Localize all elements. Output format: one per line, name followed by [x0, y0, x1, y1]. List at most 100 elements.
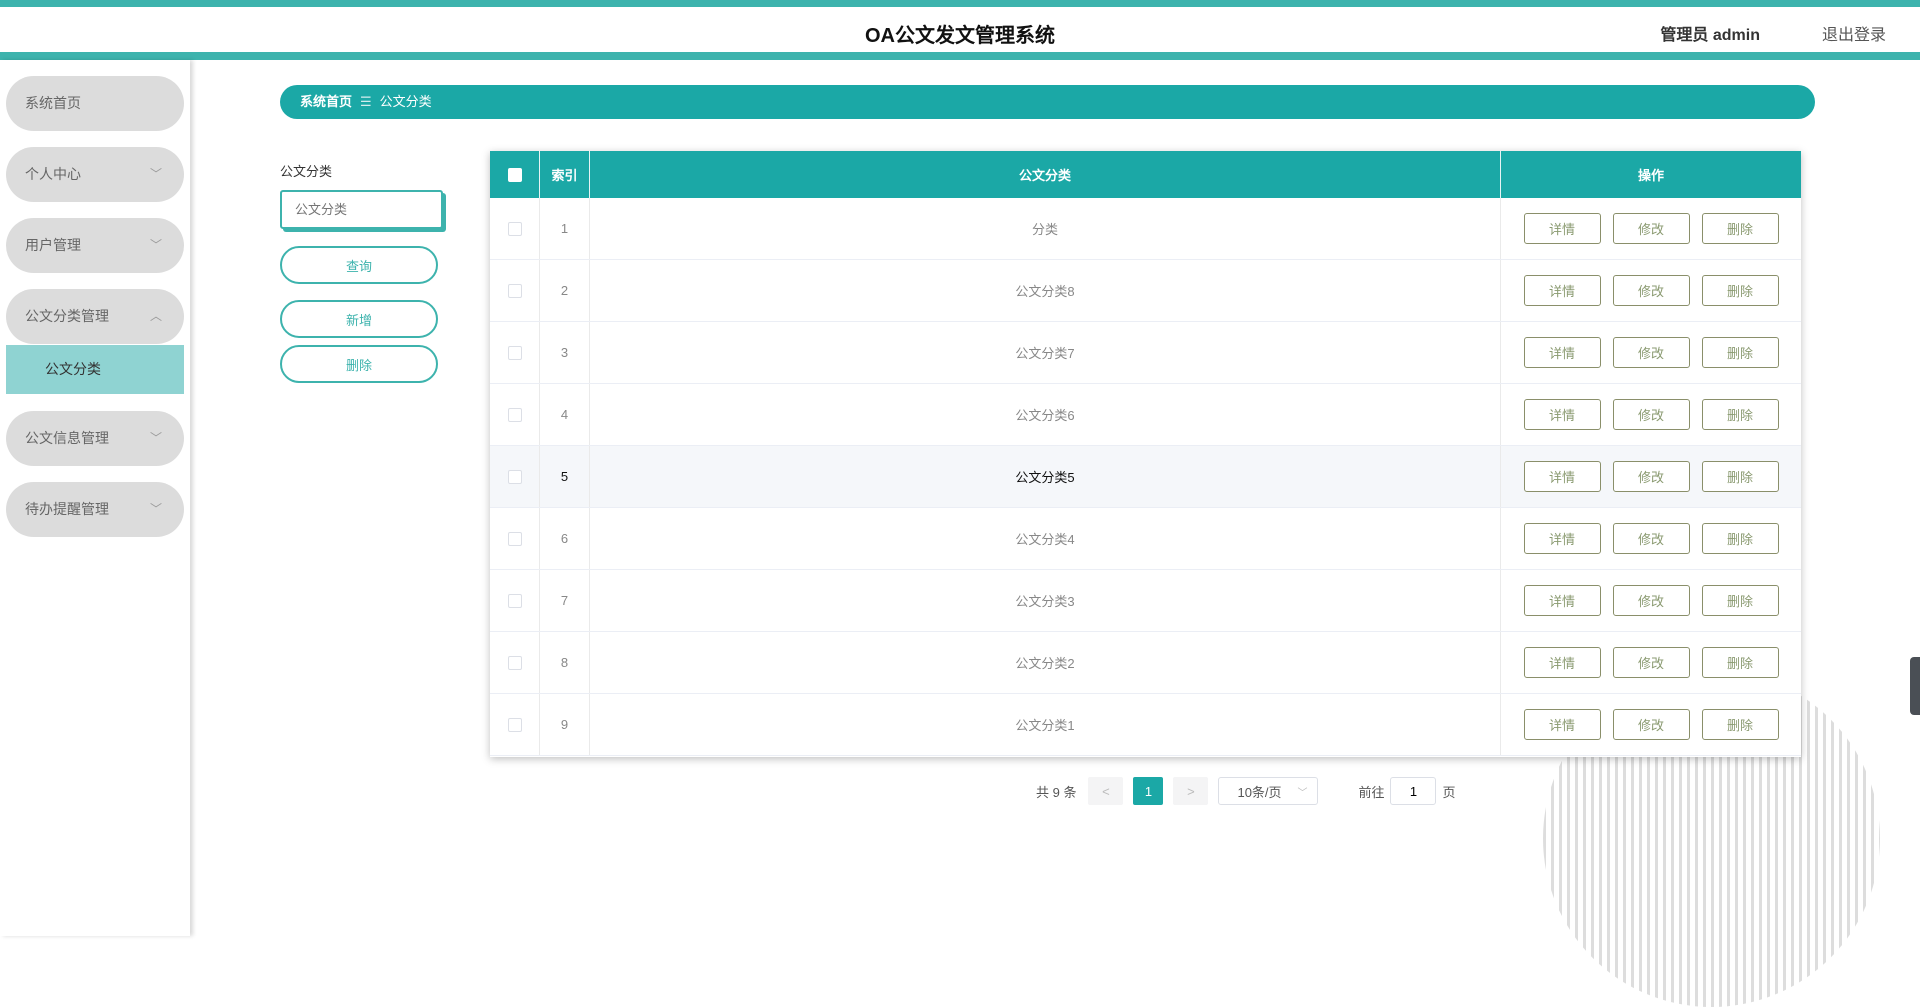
table-row: 4 公文分类6 详情 修改 删除: [490, 384, 1801, 446]
edit-button[interactable]: 修改: [1612, 337, 1690, 368]
sidebar-item-profile[interactable]: 个人中心 ﹀: [6, 147, 184, 202]
table-row: 6 公文分类4 详情 修改 删除: [490, 508, 1801, 570]
delete-button[interactable]: 删除: [1701, 337, 1779, 368]
row-checkbox[interactable]: [507, 655, 522, 670]
delete-button[interactable]: 删除: [1701, 213, 1779, 244]
delete-button[interactable]: 删除: [1701, 461, 1779, 492]
row-category: 公文分类1: [590, 694, 1501, 755]
chevron-down-icon: ﹀: [149, 167, 162, 181]
delete-button[interactable]: 删除: [1701, 275, 1779, 306]
edit-button[interactable]: 修改: [1612, 709, 1690, 740]
detail-button[interactable]: 详情: [1523, 647, 1601, 678]
edit-button[interactable]: 修改: [1612, 213, 1690, 244]
pagination: 共 9 条 < 1 > 10条/页 ﹀ 前往 页: [1036, 776, 1456, 806]
sidebar-subitem-category[interactable]: 公文分类: [6, 345, 184, 394]
detail-button[interactable]: 详情: [1523, 585, 1601, 616]
detail-button[interactable]: 详情: [1523, 399, 1601, 430]
detail-button[interactable]: 详情: [1523, 213, 1601, 244]
row-checkbox[interactable]: [507, 717, 522, 732]
category-table: 索引 公文分类 操作 1 分类 详情 修改 删除 2 公文分类8 详情 修改 删…: [490, 151, 1801, 757]
edit-button[interactable]: 修改: [1612, 585, 1690, 616]
query-button[interactable]: 查询: [280, 246, 438, 284]
menu-label: 个人中心: [25, 166, 81, 182]
page-unit-label: 页: [1442, 784, 1456, 800]
delete-button[interactable]: 删除: [1701, 523, 1779, 554]
menu-label: 公文信息管理: [25, 430, 109, 446]
delete-button[interactable]: 删除: [1701, 585, 1779, 616]
page-size-select[interactable]: 10条/页 ﹀: [1218, 777, 1319, 805]
row-index: 8: [540, 632, 590, 693]
row-category: 公文分类7: [590, 322, 1501, 383]
table-row: 7 公文分类3 详情 修改 删除: [490, 570, 1801, 632]
floating-side-widget[interactable]: [1910, 657, 1920, 715]
menu-label: 公文分类管理: [25, 308, 109, 324]
row-index: 1: [540, 198, 590, 259]
breadcrumb-home[interactable]: 系统首页: [300, 94, 352, 109]
row-category: 分类: [590, 198, 1501, 259]
sidebar-item-home[interactable]: 系统首页: [6, 76, 184, 131]
current-user: 管理员 admin: [1660, 27, 1760, 44]
row-checkbox[interactable]: [507, 469, 522, 484]
sidebar-item-doc-mgmt[interactable]: 公文信息管理 ﹀: [6, 411, 184, 466]
row-category: 公文分类8: [590, 260, 1501, 321]
detail-button[interactable]: 详情: [1523, 709, 1601, 740]
goto-page-input[interactable]: [1390, 777, 1437, 805]
page-1-button[interactable]: 1: [1133, 777, 1164, 805]
add-button[interactable]: 新增: [280, 300, 438, 338]
table-row: 2 公文分类8 详情 修改 删除: [490, 260, 1801, 322]
header-category: 公文分类: [590, 151, 1501, 198]
row-index: 9: [540, 694, 590, 755]
row-checkbox[interactable]: [507, 593, 522, 608]
breadcrumb: 系统首页 ☰ 公文分类: [280, 85, 1815, 119]
edit-button[interactable]: 修改: [1612, 275, 1690, 306]
table-row: 9 公文分类1 详情 修改 删除: [490, 694, 1801, 756]
table-row: 5 公文分类5 详情 修改 删除: [490, 446, 1801, 508]
delete-button[interactable]: 删除: [1701, 647, 1779, 678]
sidebar: 系统首页 个人中心 ﹀ 用户管理 ﹀ 公文分类管理 ︿ 公文分类 公文信息管理 ﹀ 待办…: [0, 60, 190, 936]
detail-button[interactable]: 详情: [1523, 337, 1601, 368]
detail-button[interactable]: 详情: [1523, 523, 1601, 554]
detail-button[interactable]: 详情: [1523, 275, 1601, 306]
delete-button[interactable]: 删除: [1701, 399, 1779, 430]
menu-label: 用户管理: [25, 237, 81, 253]
header-actions: 操作: [1637, 168, 1664, 183]
chevron-down-icon: ﹀: [149, 238, 162, 252]
chevron-down-icon: ﹀: [149, 431, 162, 445]
row-checkbox[interactable]: [507, 407, 522, 422]
total-count: 共 9 条: [1036, 784, 1077, 800]
edit-button[interactable]: 修改: [1612, 399, 1690, 430]
row-category: 公文分类2: [590, 632, 1501, 693]
next-page-button[interactable]: >: [1173, 777, 1209, 805]
row-index: 7: [540, 570, 590, 631]
edit-button[interactable]: 修改: [1612, 461, 1690, 492]
row-checkbox[interactable]: [507, 531, 522, 546]
sidebar-item-users[interactable]: 用户管理 ﹀: [6, 218, 184, 273]
row-category: 公文分类5: [590, 446, 1501, 507]
row-index: 3: [540, 322, 590, 383]
detail-button[interactable]: 详情: [1523, 461, 1601, 492]
category-search-input[interactable]: [280, 190, 443, 229]
chevron-down-icon: ﹀: [1297, 787, 1308, 799]
edit-button[interactable]: 修改: [1612, 647, 1690, 678]
sidebar-item-todo-mgmt[interactable]: 待办提醒管理 ﹀: [6, 482, 184, 537]
row-index: 6: [540, 508, 590, 569]
app-title: OA公文发文管理系统: [865, 25, 1055, 47]
row-checkbox[interactable]: [507, 221, 522, 236]
select-all-checkbox[interactable]: [507, 167, 522, 182]
row-checkbox[interactable]: [507, 345, 522, 360]
prev-page-button[interactable]: <: [1088, 777, 1124, 805]
row-index: 5: [540, 446, 590, 507]
row-category: 公文分类3: [590, 570, 1501, 631]
search-label: 公文分类: [280, 164, 333, 179]
batch-delete-button[interactable]: 删除: [280, 345, 438, 383]
row-checkbox[interactable]: [507, 283, 522, 298]
logout-link[interactable]: 退出登录: [1822, 21, 1886, 45]
sidebar-item-category-mgmt[interactable]: 公文分类管理 ︿: [6, 289, 184, 344]
edit-button[interactable]: 修改: [1612, 523, 1690, 554]
top-header: OA公文发文管理系统 管理员 admin 退出登录: [0, 0, 1920, 60]
row-category: 公文分类4: [590, 508, 1501, 569]
row-index: 2: [540, 260, 590, 321]
delete-button[interactable]: 删除: [1701, 709, 1779, 740]
chevron-down-icon: ﹀: [149, 502, 162, 516]
table-row: 1 分类 详情 修改 删除: [490, 198, 1801, 260]
